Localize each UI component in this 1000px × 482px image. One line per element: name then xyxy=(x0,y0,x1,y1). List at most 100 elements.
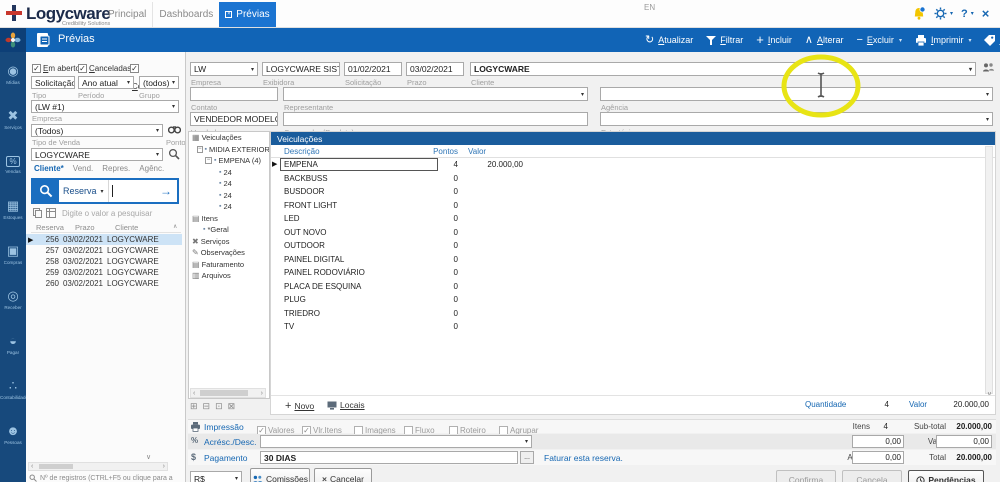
sidebar-item-servicos[interactable]: ✖Serviços xyxy=(0,97,26,142)
prazo-input[interactable]: 03/02/2021 xyxy=(406,62,464,76)
grid-row[interactable]: OUTDOOR0 xyxy=(271,239,995,253)
col-cliente[interactable]: Cliente xyxy=(115,223,138,232)
col-prazo[interactable]: Prazo xyxy=(75,223,95,232)
tipo-select[interactable]: Solicitação▾ xyxy=(31,76,75,89)
grid-options-icon[interactable] xyxy=(46,208,56,218)
exibidora-select[interactable]: LOGYCWARE SISTI▾ xyxy=(262,62,340,76)
list-item[interactable]: 259 03/02/2021 LOGYCWARE xyxy=(26,267,182,278)
cliente-select[interactable]: LOGYCWARE▾ xyxy=(470,62,976,76)
col-reserva[interactable]: Reserva xyxy=(36,223,64,232)
settings-gear-icon[interactable]: ▾ xyxy=(934,7,953,20)
sidebar-item-estoques[interactable]: ▦Estoques xyxy=(0,187,26,232)
search-go-button[interactable]: → xyxy=(155,180,177,202)
sidebar-item-compras[interactable]: ▣Compras xyxy=(0,232,26,277)
tree-item-midia-exterior[interactable]: −▪MIDIA EXTERIOR ( xyxy=(189,144,269,156)
periodo-select[interactable]: Ano atual▾ xyxy=(78,76,134,89)
vendedor-select[interactable]: VENDEDOR MODELO▾ xyxy=(190,112,278,126)
search-lookup-icon[interactable] xyxy=(168,148,180,160)
grid-row[interactable]: BUSDOOR0 xyxy=(271,185,995,199)
search-field-select[interactable]: Reserva ▾ xyxy=(59,180,109,202)
tree-item-empena[interactable]: −▪EMPENA (4) xyxy=(189,155,269,167)
pagamento-input[interactable]: 30 DIAS xyxy=(260,451,518,464)
list-item[interactable]: ▶ 256 03/02/2021 LOGYCWARE xyxy=(26,234,182,245)
tree-item-arquivos[interactable]: ▥Arquivos xyxy=(189,270,269,282)
impressao-label[interactable]: Impressão xyxy=(204,422,244,432)
tree-item-faturamento[interactable]: ▤Faturamento xyxy=(189,259,269,271)
novo-button[interactable]: + Novo xyxy=(285,400,314,412)
filter-button[interactable]: Filtrar xyxy=(706,35,743,45)
moeda-select[interactable]: R$▾ xyxy=(190,471,242,482)
ponto-binoculars-icon[interactable] xyxy=(168,124,181,134)
selected-cell[interactable]: EMPENA xyxy=(280,158,438,171)
tree-item-24[interactable]: ▪24 xyxy=(189,178,269,190)
grid-row[interactable]: ▶ EMPENA 420.000,00 xyxy=(271,158,995,172)
pendencias-button[interactable]: Pendências xyxy=(908,470,984,482)
list-item[interactable]: 257 03/02/2021 LOGYCWARE xyxy=(26,245,182,256)
cancela-button[interactable]: Cancela xyxy=(842,470,902,482)
entity-tab-representante[interactable]: Repres. xyxy=(102,164,130,173)
entity-tab-cliente[interactable]: Cliente* xyxy=(34,164,64,173)
sort-up-icon[interactable]: ∧ xyxy=(173,223,177,230)
empresa-select[interactable]: LW▾ xyxy=(190,62,258,76)
list-item[interactable]: 258 03/02/2021 LOGYCWARE xyxy=(26,256,182,267)
grid-row[interactable]: TRIEDRO0 xyxy=(271,307,995,321)
help-icon[interactable]: ? ▾ xyxy=(961,8,974,20)
tree-item-geral[interactable]: ▪*Geral xyxy=(189,224,269,236)
entity-tab-vendedor[interactable]: Vend. xyxy=(73,164,93,173)
col-valor[interactable]: Valor xyxy=(468,147,486,156)
tree-item-servicos[interactable]: ✖Serviços xyxy=(189,236,269,248)
window-close-icon[interactable]: × xyxy=(982,6,990,21)
sidebar-item-pagar[interactable]: ◒Pagar xyxy=(0,322,26,367)
grid-row[interactable]: PLACA DE ESQUINA0 xyxy=(271,280,995,294)
grid-row[interactable]: LED0 xyxy=(271,212,995,226)
campanha-input[interactable] xyxy=(283,112,588,126)
acresc-label[interactable]: Acrésc./Desc. xyxy=(204,437,256,447)
solicitacao-input[interactable]: 01/02/2021 xyxy=(344,62,402,76)
collapse-all-icon[interactable]: ⊟ xyxy=(203,401,211,412)
grid-row[interactable]: PAINEL RODOVIÁRIO0 xyxy=(271,266,995,280)
copy-icon[interactable] xyxy=(33,208,42,218)
sidebar-item-pessoas[interactable]: ☻Pessoas xyxy=(0,412,26,457)
search-button[interactable] xyxy=(33,180,59,202)
acresc-select[interactable]: ▾ xyxy=(260,435,532,448)
list-scroll-down-icon[interactable]: ∨ xyxy=(146,453,151,461)
pagamento-browse-button[interactable]: ... xyxy=(520,451,534,464)
tree-item-itens[interactable]: ▤Itens xyxy=(189,213,269,225)
list-item[interactable]: 260 03/02/2021 LOGYCWARE xyxy=(26,278,182,289)
tree-item-observacoes[interactable]: ✎Observações xyxy=(189,247,269,259)
search-input[interactable] xyxy=(109,180,155,202)
sidebar-item-midias[interactable]: ◉Mídias xyxy=(0,52,26,97)
locais-button[interactable]: Locais xyxy=(327,400,365,410)
list-h-scrollbar[interactable]: ‹ › xyxy=(28,462,168,471)
app-pinwheel-icon[interactable] xyxy=(0,28,26,52)
representante-select[interactable]: ▾ xyxy=(283,87,588,101)
empresa-filter-select[interactable]: (LW #1)▾ xyxy=(31,100,179,113)
labels-button[interactable]: Etiquetas xyxy=(984,35,1000,46)
edit-button[interactable]: ∧ Alterar xyxy=(805,35,844,45)
entity-tab-agencia[interactable]: Agênc. xyxy=(139,164,164,173)
expand-level-icon[interactable]: ⊡ xyxy=(215,401,223,412)
tree-item-24[interactable]: ▪24 xyxy=(189,190,269,202)
tipo-venda-select[interactable]: (Todos)▾ xyxy=(31,124,163,137)
estrategia-select[interactable]: ▾ xyxy=(600,112,993,126)
print-button[interactable]: Imprimir ▾ xyxy=(915,35,972,46)
pagamento-label[interactable]: Pagamento xyxy=(204,453,247,463)
col-descricao[interactable]: Descrição xyxy=(284,147,320,156)
tab-dashboards[interactable]: Dashboards xyxy=(152,2,219,27)
cliente-filter-select[interactable]: LOGYCWARE▾ xyxy=(31,148,163,161)
refresh-button[interactable]: ↻ Atualizar xyxy=(645,35,693,45)
collapse-icon[interactable]: − xyxy=(197,146,203,153)
grid-row[interactable]: PLUG0 xyxy=(271,293,995,307)
collapse-icon[interactable]: − xyxy=(205,157,212,164)
col-pontos[interactable]: Pontos xyxy=(421,147,458,156)
notifications-bell-icon[interactable] xyxy=(912,6,926,21)
confirma-button[interactable]: Confirma xyxy=(776,470,836,482)
tree-item-veiculacoes[interactable]: ▦Veiculações xyxy=(189,132,269,144)
tree-item-24[interactable]: ▪24 xyxy=(189,167,269,179)
cancelar-button[interactable]: × Cancelar xyxy=(314,468,372,482)
sidebar-item-contabilidade[interactable]: ∴Contabilidade xyxy=(0,367,26,412)
grid-row[interactable]: PAINEL DIGITAL0 xyxy=(271,253,995,267)
sidebar-item-receber[interactable]: ◎Receber xyxy=(0,277,26,322)
grid-row[interactable]: TV0 xyxy=(271,320,995,334)
add-button[interactable]: + Incluir xyxy=(756,35,792,45)
